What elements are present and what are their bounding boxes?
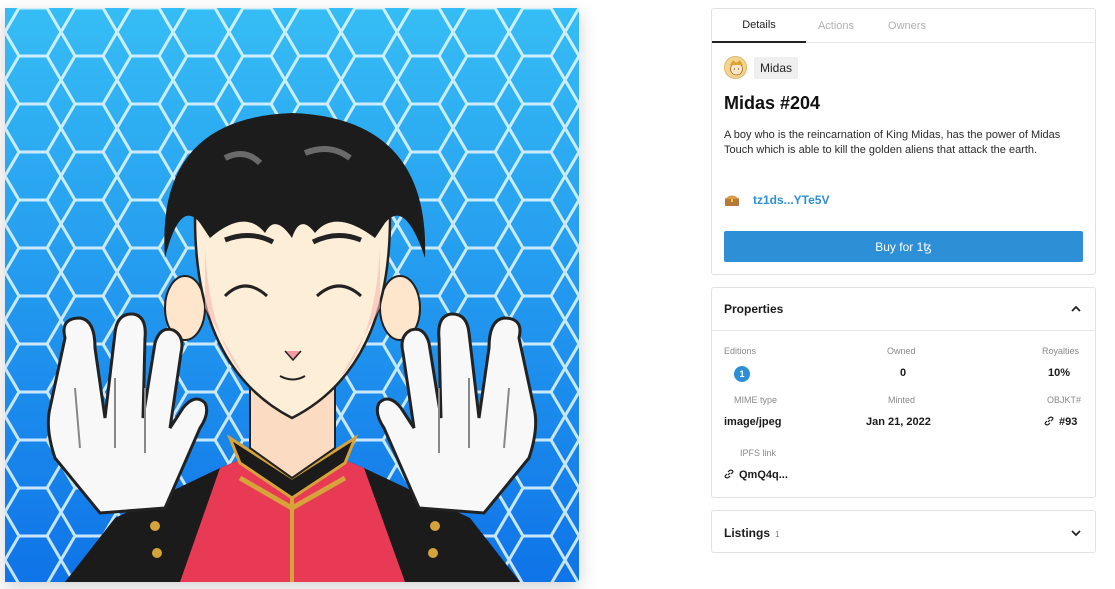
link-icon	[1044, 416, 1054, 426]
ipfs-label: IPFS link	[740, 448, 777, 458]
listings-label: Listings	[724, 525, 771, 540]
listings-title: Listings 1	[724, 526, 779, 540]
chevron-down-icon[interactable]	[1069, 526, 1083, 540]
artwork-image[interactable]	[5, 8, 579, 582]
properties-title: Properties	[724, 302, 784, 316]
listings-count: 1	[775, 529, 780, 539]
buy-button[interactable]: Buy for 1ꜩ	[724, 231, 1083, 262]
minted-label: Minted	[888, 395, 916, 405]
token-description: A boy who is the reincarnation of King M…	[724, 129, 1061, 156]
tab-bar: Details Actions Owners	[712, 9, 1095, 43]
ipfs-value: QmQ4q...	[739, 469, 788, 481]
creator-row[interactable]: Midas	[724, 56, 799, 79]
mime-type-value: image/jpeg	[724, 416, 782, 428]
editions-label: Editions	[724, 346, 757, 356]
objkt-value: #93	[1059, 416, 1078, 428]
objkt-label: OBJKT#	[1047, 395, 1082, 405]
token-page: Details Actions Owners Midas Midas #204 …	[0, 0, 1115, 589]
properties-card: Properties Editions 1 Owned 0 Royalties …	[711, 287, 1096, 498]
owner-row: tz1ds...YTe5V	[724, 193, 829, 207]
link-icon	[724, 469, 734, 479]
creator-avatar[interactable]	[724, 56, 747, 79]
token-title: Midas #204	[724, 93, 821, 113]
details-card: Details Actions Owners Midas Midas #204 …	[711, 8, 1096, 275]
royalties-label: Royalties	[1042, 346, 1080, 356]
editions-badge: 1	[734, 366, 750, 382]
objkt-link[interactable]: #93	[1044, 416, 1077, 428]
tab-owners[interactable]: Owners	[872, 9, 942, 43]
owned-value: 0	[900, 367, 907, 379]
treasure-chest-icon	[725, 195, 739, 206]
mime-type-label: MIME type	[734, 395, 778, 405]
royalties-value: 10%	[1048, 367, 1071, 379]
chevron-up-icon[interactable]	[1069, 302, 1083, 316]
owner-address-link[interactable]: tz1ds...YTe5V	[753, 193, 829, 207]
creator-name[interactable]: Midas	[754, 56, 799, 79]
minted-value: Jan 21, 2022	[866, 416, 931, 428]
listings-header[interactable]: Listings 1	[712, 511, 1095, 554]
properties-header[interactable]: Properties	[712, 288, 1095, 331]
ipfs-link[interactable]: QmQ4q...	[724, 469, 788, 481]
tab-details[interactable]: Details	[712, 9, 806, 43]
tab-actions[interactable]: Actions	[806, 9, 866, 43]
listings-card: Listings 1	[711, 510, 1096, 553]
owned-label: Owned	[887, 346, 916, 356]
